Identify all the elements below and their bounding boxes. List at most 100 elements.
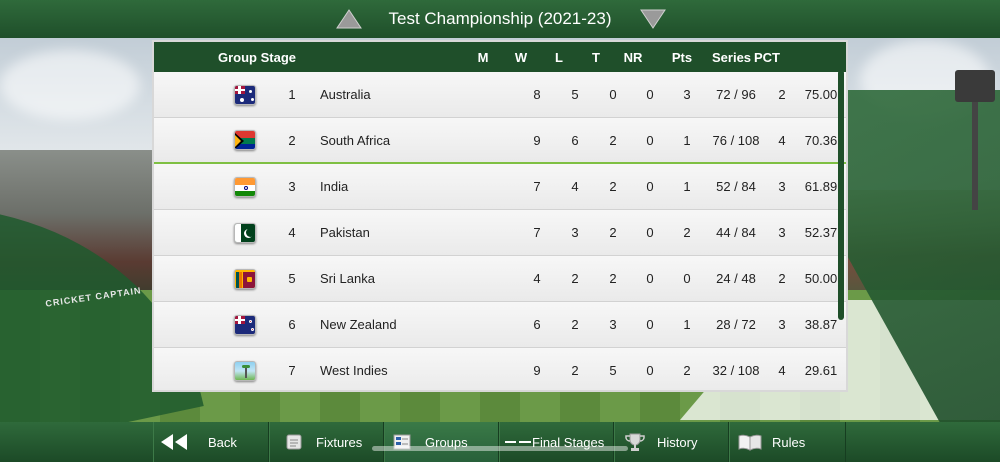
losses-value: 3 <box>609 317 617 332</box>
points-value: 32 / 108 <box>712 363 760 378</box>
team-name: New Zealand <box>320 317 397 332</box>
no-result-value: 0 <box>683 271 691 286</box>
column-header-matches: M <box>477 49 489 65</box>
matches-value: 9 <box>533 363 541 378</box>
history-label: History <box>657 434 698 450</box>
no-result-value: 1 <box>683 132 691 148</box>
column-header-no-result: NR <box>623 49 643 65</box>
ties-value: 0 <box>646 363 654 378</box>
pct-value: 38.87 <box>804 317 838 332</box>
groups-button[interactable]: Groups <box>384 422 499 462</box>
table-row[interactable]: 3 India 7 4 2 0 1 52 / 84 3 61.89 <box>154 164 846 210</box>
losses-value: 2 <box>609 179 617 194</box>
series-value: 4 <box>778 363 786 378</box>
bottom-nav-bar: Back Fixtures Groups Final Stages Histor… <box>0 422 1000 462</box>
rank: 5 <box>288 271 296 286</box>
losses-value: 0 <box>609 87 617 102</box>
team-name: West Indies <box>320 363 388 378</box>
matches-value: 4 <box>533 271 541 286</box>
losses-value: 5 <box>609 363 617 378</box>
wins-value: 5 <box>571 87 579 102</box>
west-indies-flag-icon <box>234 360 256 381</box>
table-row[interactable]: 4 Pakistan 7 3 2 0 2 44 / 84 3 52.37 <box>154 210 846 256</box>
floodlight <box>955 70 995 102</box>
series-value: 3 <box>778 225 786 240</box>
table-row[interactable]: 6 New Zealand 6 2 3 0 1 28 / 72 3 38.87 <box>154 302 846 348</box>
page-title: Test Championship (2021-23) <box>388 9 612 28</box>
home-indicator[interactable] <box>372 446 628 451</box>
wins-value: 2 <box>571 363 579 378</box>
losses-value: 2 <box>609 271 617 286</box>
points-value: 44 / 84 <box>716 225 756 240</box>
rank: 7 <box>288 363 296 378</box>
floodlight-pole <box>972 100 978 210</box>
matches-value: 6 <box>533 317 541 332</box>
table-row[interactable]: 2 South Africa 9 6 2 0 1 76 / 108 4 70.3… <box>154 118 846 164</box>
matches-value: 9 <box>533 132 541 148</box>
points-value: 76 / 108 <box>712 132 760 148</box>
fixtures-list-icon <box>280 432 308 452</box>
column-header-series: Series <box>712 49 752 65</box>
next-competition-arrow-icon[interactable] <box>640 9 666 29</box>
ties-value: 0 <box>646 271 654 286</box>
wins-value: 2 <box>571 317 579 332</box>
no-result-value: 1 <box>683 317 691 332</box>
column-header-wins: W <box>514 49 528 65</box>
rank: 3 <box>288 179 296 194</box>
rules-label: Rules <box>772 434 806 450</box>
series-value: 4 <box>778 132 786 148</box>
table-header: Group Stage M W L T NR Pts Series PCT <box>154 42 846 72</box>
header-bar: Test Championship (2021-23) <box>0 0 1000 38</box>
ties-value: 0 <box>646 225 654 240</box>
wins-value: 3 <box>571 225 579 240</box>
no-result-value: 2 <box>683 363 691 378</box>
double-chevron-left-icon <box>160 432 188 452</box>
pct-value: 29.61 <box>804 363 838 378</box>
team-name: Sri Lanka <box>320 271 375 286</box>
rank: 1 <box>288 87 296 102</box>
ties-value: 0 <box>646 87 654 102</box>
table-row[interactable]: 7 West Indies 9 2 5 0 2 32 / 108 4 29.61 <box>154 348 846 390</box>
team-name: South Africa <box>320 132 391 148</box>
column-header-ties: T <box>592 49 600 65</box>
rank: 6 <box>288 317 296 332</box>
south-africa-flag-icon <box>234 130 256 150</box>
table-row[interactable]: 1 Australia 8 5 0 0 3 72 / 96 2 75.00 <box>154 72 846 118</box>
table-row[interactable]: 5 Sri Lanka 4 2 2 0 0 24 / 48 2 50.00 <box>154 256 846 302</box>
cloud <box>0 50 140 120</box>
india-flag-icon <box>234 176 256 197</box>
fixtures-label: Fixtures <box>316 434 363 450</box>
matches-value: 7 <box>533 179 541 194</box>
wins-value: 2 <box>571 271 579 286</box>
standings-table: Group Stage M W L T NR Pts Series PCT 1 … <box>152 40 848 392</box>
fixtures-button[interactable]: Fixtures <box>269 422 384 462</box>
ties-value: 0 <box>646 317 654 332</box>
team-name: Australia <box>320 87 371 102</box>
table-scrollbar[interactable] <box>838 70 844 320</box>
rank: 4 <box>288 225 296 240</box>
losses-value: 2 <box>609 225 617 240</box>
series-value: 3 <box>778 317 786 332</box>
column-header-losses: L <box>555 49 563 65</box>
previous-competition-arrow-icon[interactable] <box>336 9 362 29</box>
book-icon <box>736 432 764 452</box>
back-label: Back <box>208 434 237 450</box>
series-value: 3 <box>778 179 786 194</box>
team-name: India <box>320 179 349 194</box>
ties-value: 0 <box>646 132 654 148</box>
points-value: 52 / 84 <box>716 179 756 194</box>
rank: 2 <box>288 132 296 148</box>
series-value: 2 <box>778 271 786 286</box>
rules-button[interactable]: Rules <box>729 422 846 462</box>
history-button[interactable]: History <box>614 422 729 462</box>
final-stages-button[interactable]: Final Stages <box>499 422 614 462</box>
column-header-pct: PCT <box>754 49 780 65</box>
wins-value: 4 <box>571 179 579 194</box>
points-value: 28 / 72 <box>716 317 756 332</box>
wins-value: 6 <box>571 132 579 148</box>
losses-value: 2 <box>609 132 617 148</box>
series-value: 2 <box>778 87 786 102</box>
australia-flag-icon <box>234 84 256 105</box>
points-value: 72 / 96 <box>716 87 756 102</box>
back-button[interactable]: Back <box>153 422 269 462</box>
